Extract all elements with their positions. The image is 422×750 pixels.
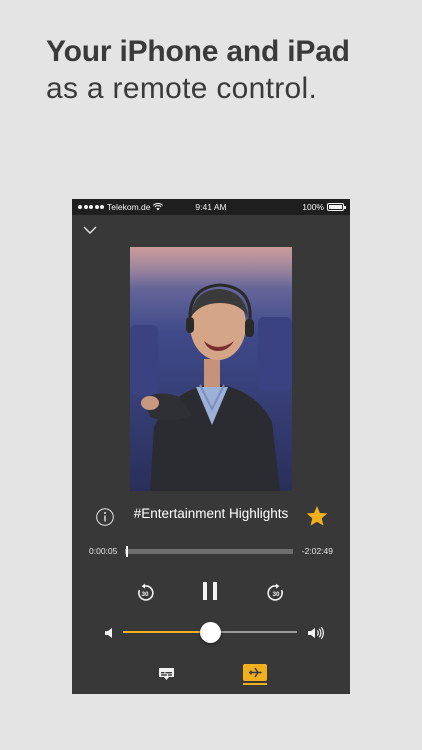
volume-slider[interactable] bbox=[123, 622, 297, 643]
cover-image bbox=[130, 247, 292, 491]
status-bar: Telekom.de 9:41 AM 100% bbox=[72, 199, 350, 215]
rewind-seconds-label: 30 bbox=[141, 591, 149, 598]
headline-line-2: as a remote control. bbox=[46, 72, 318, 105]
subtitles-icon[interactable] bbox=[158, 667, 175, 681]
forward-30-icon[interactable]: 30 bbox=[266, 583, 286, 603]
speaker-high-icon bbox=[308, 626, 324, 640]
remaining-time: -2:02:49 bbox=[301, 546, 333, 556]
star-icon[interactable] bbox=[305, 504, 329, 528]
chevron-down-icon[interactable] bbox=[81, 223, 99, 237]
speaker-low-icon bbox=[105, 628, 112, 638]
progress-bar[interactable] bbox=[125, 546, 293, 557]
phone-screen: Telekom.de 9:41 AM 100% #Entertainment H… bbox=[72, 199, 350, 694]
volume-handle[interactable] bbox=[200, 622, 221, 643]
headline-line-1: Your iPhone and iPad bbox=[46, 35, 350, 68]
airplane-icon bbox=[249, 667, 262, 678]
forward-seconds-label: 30 bbox=[272, 591, 280, 598]
marketing-headline: Your iPhone and iPad as a remote control… bbox=[46, 34, 416, 108]
active-tab-indicator bbox=[243, 683, 267, 685]
elapsed-time: 0:00:05 bbox=[89, 546, 118, 556]
flight-info-button[interactable] bbox=[243, 664, 267, 681]
battery-percentage: 100% bbox=[302, 202, 324, 212]
rewind-30-icon[interactable]: 30 bbox=[135, 583, 155, 603]
battery-icon bbox=[327, 203, 346, 211]
track-title: #Entertainment Highlights bbox=[133, 506, 289, 521]
volume-fill bbox=[123, 631, 210, 633]
progress-handle[interactable] bbox=[125, 546, 128, 557]
pause-icon[interactable] bbox=[202, 580, 218, 602]
